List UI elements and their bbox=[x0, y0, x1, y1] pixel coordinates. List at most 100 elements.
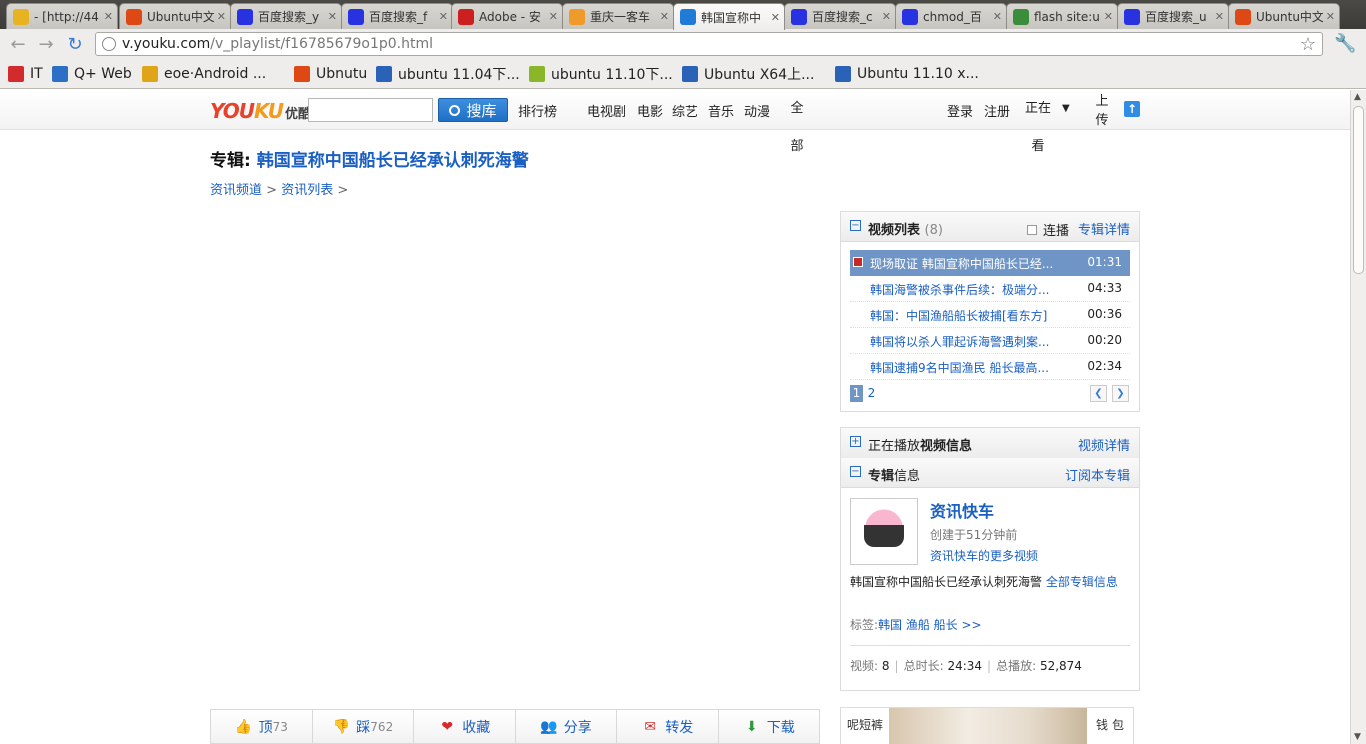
close-icon[interactable]: ✕ bbox=[328, 10, 337, 23]
tab-title: - [http://44 bbox=[34, 9, 99, 24]
tab[interactable]: Ubuntu中文 ✕ bbox=[119, 3, 231, 29]
bookmark-item[interactable]: Ubuntu X64上... bbox=[682, 64, 814, 84]
heart-button[interactable]: ❤ 收藏 bbox=[414, 710, 516, 743]
expand-icon[interactable]: + bbox=[850, 436, 861, 447]
tab[interactable]: 韩国宣称中 ✕ bbox=[673, 3, 785, 30]
upload-icon[interactable]: ↑ bbox=[1124, 101, 1140, 117]
watching-menu[interactable]: 正在看 bbox=[1024, 90, 1052, 166]
scroll-down-icon[interactable]: ▼ bbox=[1354, 732, 1361, 742]
video-title[interactable]: 韩国：中国渔船船长被捕[看东方] bbox=[870, 307, 1070, 324]
reload-button[interactable]: ↻ bbox=[64, 33, 86, 55]
forward-button[interactable]: → bbox=[35, 33, 57, 55]
video-list-item[interactable]: 韩国海警被杀事件后续：极端分... 04:33 bbox=[850, 276, 1130, 302]
upload-link[interactable]: 上传 bbox=[1095, 90, 1109, 130]
adobe-icon bbox=[458, 8, 474, 25]
tab[interactable]: chmod_百 ✕ bbox=[895, 3, 1007, 29]
chevron-down-icon[interactable]: ▼ bbox=[1062, 103, 1070, 114]
prev-page-icon[interactable]: ❮ bbox=[1090, 385, 1107, 402]
login-link[interactable]: 登录 bbox=[947, 101, 973, 120]
wrench-menu-icon[interactable]: 🔧 bbox=[1334, 33, 1356, 54]
bookmark-item[interactable]: Ubnutu bbox=[294, 64, 367, 84]
share-button[interactable]: 👥 分享 bbox=[516, 710, 617, 743]
bookmark-star-icon[interactable]: ☆ bbox=[1300, 34, 1316, 55]
collapse-icon[interactable]: − bbox=[850, 466, 861, 477]
video-title[interactable]: 韩国将以杀人罪起诉海警遇刺案... bbox=[870, 333, 1070, 350]
download-button[interactable]: ⬇ 下载 bbox=[719, 710, 820, 743]
search-button[interactable]: 搜库 bbox=[438, 98, 508, 122]
tab[interactable]: - [http://44 ✕ bbox=[6, 3, 118, 29]
video-list-item[interactable]: 韩国逮捕9名中国渔民 船长最高... 02:34 bbox=[850, 354, 1130, 380]
forward-button[interactable]: ✉ 转发 bbox=[617, 710, 719, 743]
avatar[interactable] bbox=[850, 498, 918, 565]
nav-music[interactable]: 音乐 bbox=[708, 101, 734, 120]
page-number[interactable]: 1 bbox=[850, 385, 863, 402]
breadcrumb-news-channel[interactable]: 资讯频道 bbox=[210, 183, 262, 198]
close-icon[interactable]: ✕ bbox=[104, 10, 113, 23]
close-icon[interactable]: ✕ bbox=[439, 10, 448, 23]
bookmark-item[interactable]: IT bbox=[8, 64, 43, 84]
uploader-name[interactable]: 资讯快车 bbox=[930, 498, 994, 522]
continuous-play-toggle[interactable]: 连播 bbox=[1027, 220, 1069, 239]
action-label: 收藏 bbox=[462, 719, 491, 736]
album-title-link[interactable]: 韩国宣称中国船长已经承认刺死海警 bbox=[257, 151, 529, 171]
video-list-item[interactable]: 现场取证 韩国宣称中国船长已经... 01:31 bbox=[850, 250, 1130, 276]
tab[interactable]: 百度搜索_c ✕ bbox=[784, 3, 896, 29]
bookmark-item[interactable]: Q+ Web bbox=[52, 64, 132, 84]
tab[interactable]: 百度搜索_y ✕ bbox=[230, 3, 342, 29]
subscribe-album-link[interactable]: 订阅本专辑 bbox=[1065, 465, 1130, 484]
ad-image[interactable] bbox=[889, 708, 1087, 744]
video-list-item[interactable]: 韩国：中国渔船船长被捕[看东方] 00:36 bbox=[850, 302, 1130, 328]
nav-tv[interactable]: 电视剧 bbox=[587, 101, 626, 120]
video-player[interactable] bbox=[210, 210, 820, 705]
close-icon[interactable]: ✕ bbox=[771, 11, 780, 24]
video-detail-link[interactable]: 视频详情 bbox=[1078, 435, 1130, 454]
search-input[interactable] bbox=[308, 98, 433, 122]
tab[interactable]: Adobe - 安 ✕ bbox=[451, 3, 563, 29]
tags-link[interactable]: 韩国 渔船 船长 >> bbox=[878, 618, 982, 632]
tab[interactable]: Ubuntu中文 ✕ bbox=[1228, 3, 1340, 29]
collapse-icon[interactable]: − bbox=[850, 220, 861, 231]
bookmark-item[interactable]: ubuntu 11.10下... bbox=[529, 64, 673, 84]
tab[interactable]: 重庆一客车 ✕ bbox=[562, 3, 674, 29]
close-icon[interactable]: ✕ bbox=[660, 10, 669, 23]
video-title[interactable]: 现场取证 韩国宣称中国船长已经... bbox=[870, 255, 1070, 272]
back-button[interactable]: ← bbox=[7, 33, 29, 55]
bookmark-item[interactable]: eoe·Android ... bbox=[142, 64, 266, 84]
bookmark-item[interactable]: ubuntu 11.04下... bbox=[376, 64, 520, 84]
page-number[interactable]: 2 bbox=[865, 385, 878, 402]
all-album-info-link[interactable]: 全部专辑信息 bbox=[1046, 575, 1118, 589]
nav-all[interactable]: 全部 bbox=[790, 90, 804, 166]
thumbs-down-button[interactable]: 👎 踩 762 bbox=[313, 710, 414, 743]
close-icon[interactable]: ✕ bbox=[993, 10, 1002, 23]
nav-variety[interactable]: 综艺 bbox=[672, 101, 698, 120]
register-link[interactable]: 注册 bbox=[984, 101, 1010, 120]
nav-anime[interactable]: 动漫 bbox=[744, 101, 770, 120]
vertical-scrollbar[interactable]: ▲ ▼ bbox=[1350, 90, 1366, 744]
next-page-icon[interactable]: ❯ bbox=[1112, 385, 1129, 402]
more-videos-link[interactable]: 资讯快车的更多视频 bbox=[930, 547, 1038, 564]
video-title[interactable]: 韩国海警被杀事件后续：极端分... bbox=[870, 281, 1070, 298]
close-icon[interactable]: ✕ bbox=[1104, 10, 1113, 23]
tab[interactable]: 百度搜索_u ✕ bbox=[1117, 3, 1229, 29]
nav-movie[interactable]: 电影 bbox=[637, 101, 663, 120]
address-bar[interactable]: v.youku.com/v_playlist/f16785679o1p0.htm… bbox=[95, 32, 1323, 56]
advertisement[interactable]: 呢短裤 钱包 bbox=[840, 707, 1134, 744]
video-title[interactable]: 韩国逮捕9名中国渔民 船长最高... bbox=[870, 359, 1070, 376]
thumbs-up-button[interactable]: 👍 顶 73 bbox=[211, 710, 313, 743]
close-icon[interactable]: ✕ bbox=[217, 10, 226, 23]
close-icon[interactable]: ✕ bbox=[549, 10, 558, 23]
tab[interactable]: 百度搜索_f ✕ bbox=[341, 3, 453, 29]
video-list-item[interactable]: 韩国将以杀人罪起诉海警遇刺案... 00:20 bbox=[850, 328, 1130, 354]
scroll-up-icon[interactable]: ▲ bbox=[1354, 92, 1361, 102]
breadcrumb-news-list[interactable]: 资讯列表 bbox=[281, 183, 333, 198]
close-icon[interactable]: ✕ bbox=[882, 10, 891, 23]
checkbox-icon[interactable] bbox=[1027, 224, 1037, 235]
close-icon[interactable]: ✕ bbox=[1215, 10, 1224, 23]
youku-logo[interactable]: YOUKU 优酷 bbox=[210, 99, 311, 123]
bookmark-item[interactable]: Ubuntu 11.10 x... bbox=[835, 64, 979, 84]
close-icon[interactable]: ✕ bbox=[1326, 10, 1335, 23]
album-detail-link[interactable]: 专辑详情 bbox=[1078, 219, 1130, 238]
scrollbar-thumb[interactable] bbox=[1353, 106, 1364, 274]
tab[interactable]: flash site:u ✕ bbox=[1006, 3, 1118, 29]
nav-ranking[interactable]: 排行榜 bbox=[518, 101, 557, 120]
